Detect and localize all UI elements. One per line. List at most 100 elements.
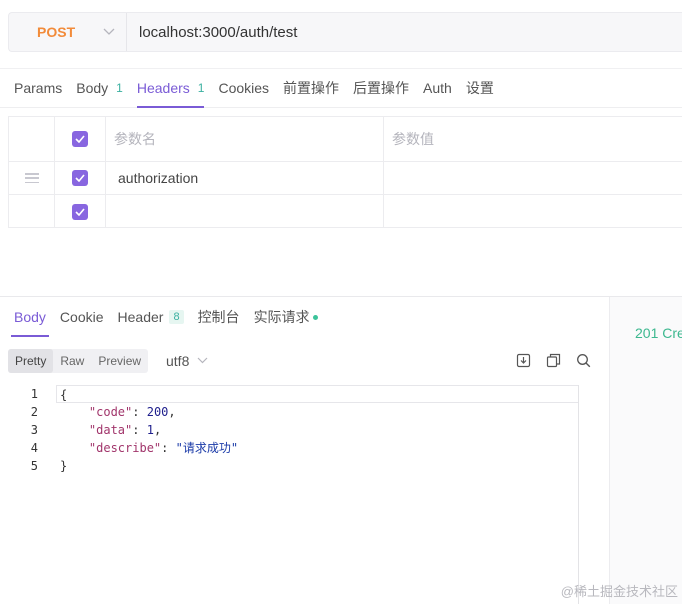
code-line: "code": 200, bbox=[88, 405, 176, 419]
row-check-cell[interactable] bbox=[55, 195, 106, 228]
method-select[interactable]: POST bbox=[9, 13, 127, 51]
tab-label: Auth bbox=[423, 80, 452, 96]
row-checkbox[interactable] bbox=[72, 170, 88, 186]
view-preview-button[interactable]: Preview bbox=[91, 349, 148, 373]
method-label: POST bbox=[37, 24, 76, 40]
copy-icon[interactable] bbox=[544, 351, 562, 369]
tab-params[interactable]: Params bbox=[14, 68, 62, 108]
download-icon[interactable] bbox=[514, 351, 532, 369]
tab-label: 设置 bbox=[465, 80, 494, 96]
chevron-down-icon bbox=[197, 355, 208, 367]
json-key: "data" bbox=[88, 423, 133, 437]
drag-handle-icon bbox=[24, 173, 39, 183]
tab-label: Body bbox=[14, 309, 46, 325]
tab-response-body[interactable]: Body bbox=[11, 297, 49, 337]
response-body-editor[interactable]: 1 2 3 4 5 { "code": 200, "data": 1, "des… bbox=[8, 385, 592, 604]
drag-cell bbox=[9, 195, 55, 228]
line-number: 2 bbox=[30, 405, 38, 419]
line-number: 4 bbox=[30, 441, 38, 455]
tab-response-console[interactable]: 控制台 bbox=[198, 297, 240, 337]
table-row bbox=[9, 195, 682, 228]
table-header-row: 参数名 参数值 bbox=[9, 117, 682, 162]
status-code: 201 Cre bbox=[635, 325, 682, 341]
tab-label: Cookies bbox=[218, 80, 270, 96]
view-raw-button[interactable]: Raw bbox=[53, 349, 91, 373]
line-number: 5 bbox=[30, 459, 38, 473]
tab-cookies[interactable]: Cookies bbox=[218, 68, 269, 108]
response-tools bbox=[502, 351, 592, 369]
header-key-input[interactable] bbox=[106, 195, 384, 228]
tab-label: 后置操作 bbox=[353, 80, 410, 96]
editor-scrollbar[interactable] bbox=[578, 385, 592, 604]
tab-pre-actions[interactable]: 前置操作 bbox=[283, 68, 339, 108]
code-line: } bbox=[60, 457, 578, 475]
tab-response-header[interactable]: Header 8 bbox=[118, 297, 184, 337]
request-tabs: Params Body 1 Headers 1 Cookies 前置操作 后置操作 … bbox=[0, 68, 682, 108]
tab-label: Cookie bbox=[59, 309, 104, 325]
drag-handle[interactable] bbox=[9, 162, 55, 194]
line-number: 1 bbox=[30, 387, 38, 401]
value-header-label: 参数值 bbox=[392, 131, 434, 147]
header-count-badge: 8 bbox=[169, 310, 184, 324]
tab-body[interactable]: Body 1 bbox=[76, 68, 123, 108]
encoding-label: utf8 bbox=[166, 353, 190, 369]
tab-label: 前置操作 bbox=[283, 80, 340, 96]
json-key: "describe" bbox=[88, 441, 162, 455]
headers-table: 参数名 参数值 authorization bbox=[8, 116, 682, 228]
close-brace: } bbox=[60, 459, 68, 473]
code-line: "describe": "请求成功" bbox=[88, 441, 239, 455]
header-value-input[interactable] bbox=[384, 195, 682, 228]
view-mode-switch: Pretty Raw Preview bbox=[8, 349, 149, 373]
tab-response-actual-request[interactable]: 实际请求 bbox=[254, 297, 318, 337]
watermark: @稀土掘金技术社区 bbox=[560, 584, 678, 599]
header-key-input[interactable]: authorization bbox=[106, 162, 384, 194]
tab-label: Body bbox=[76, 80, 109, 96]
request-url-bar: POST localhost:3000/auth/test bbox=[8, 12, 682, 52]
code-lines: { "code": 200, "data": 1, "describe": "请… bbox=[56, 385, 578, 475]
line-number: 3 bbox=[30, 423, 38, 437]
code-line: "data": 1, bbox=[88, 423, 162, 437]
row-check-cell[interactable] bbox=[55, 162, 106, 194]
response-meta-panel: 201 Cre bbox=[610, 297, 682, 604]
tab-settings[interactable]: 设置 bbox=[466, 68, 494, 108]
header-key-value: authorization bbox=[118, 170, 199, 186]
tab-count: 1 bbox=[116, 81, 123, 95]
view-pretty-button[interactable]: Pretty bbox=[8, 349, 54, 373]
json-value: "请求成功" bbox=[175, 441, 239, 455]
status-dot bbox=[312, 314, 318, 320]
tab-label: Header bbox=[117, 309, 164, 325]
row-checkbox[interactable] bbox=[72, 203, 88, 220]
tab-count: 1 bbox=[197, 81, 205, 95]
tab-response-cookie[interactable]: Cookie bbox=[60, 297, 104, 337]
value-column-header: 参数值 bbox=[384, 117, 682, 161]
tab-headers[interactable]: Headers 1 bbox=[136, 68, 205, 108]
json-key: "code" bbox=[88, 405, 133, 419]
drag-column-header bbox=[9, 117, 55, 161]
comma: , bbox=[153, 423, 162, 437]
url-input[interactable]: localhost:3000/auth/test bbox=[139, 24, 297, 41]
line-number-gutter: 1 2 3 4 5 bbox=[8, 385, 46, 604]
tab-label: 实际请求 bbox=[253, 309, 310, 325]
code-line: { bbox=[56, 385, 578, 403]
select-all-checkbox[interactable] bbox=[72, 131, 88, 147]
json-value: 200 bbox=[146, 405, 169, 419]
tab-post-actions[interactable]: 后置操作 bbox=[353, 68, 409, 108]
key-column-header: 参数名 bbox=[106, 117, 384, 161]
response-view-toolbar: Pretty Raw Preview utf8 bbox=[0, 347, 610, 377]
tab-label: Headers bbox=[136, 80, 190, 96]
open-brace: { bbox=[60, 388, 68, 402]
json-value: 1 bbox=[146, 423, 154, 437]
response-panel: Body Cookie Header 8 控制台 实际请求 Pretty Raw … bbox=[0, 297, 610, 604]
tab-label: Params bbox=[14, 80, 63, 96]
comma: , bbox=[168, 405, 176, 419]
table-row: authorization bbox=[9, 162, 682, 195]
encoding-select[interactable]: utf8 bbox=[166, 353, 208, 369]
tab-auth[interactable]: Auth bbox=[423, 68, 452, 108]
response-tabs: Body Cookie Header 8 控制台 实际请求 bbox=[0, 297, 610, 337]
chevron-down-icon bbox=[103, 25, 115, 39]
tab-label: 控制台 bbox=[197, 309, 240, 325]
search-icon[interactable] bbox=[574, 351, 592, 369]
header-value-input[interactable] bbox=[384, 162, 682, 194]
key-header-label: 参数名 bbox=[114, 131, 156, 147]
check-column-header[interactable] bbox=[55, 117, 106, 161]
